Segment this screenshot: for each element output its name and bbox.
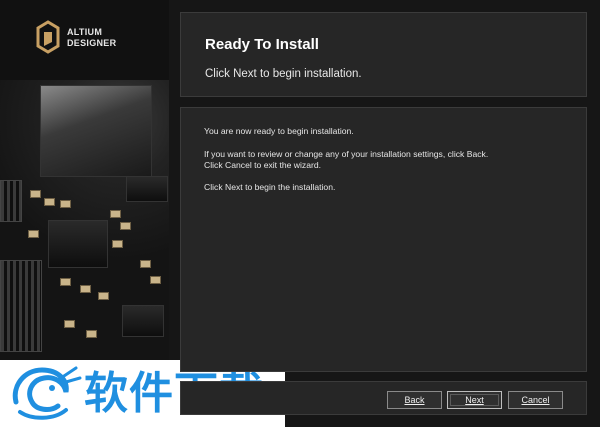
altium-logo-icon — [36, 20, 60, 54]
next-button-label: Next — [465, 395, 484, 405]
review-text-line1: If you want to review or change any of y… — [204, 149, 489, 159]
back-button-label: Back — [404, 395, 425, 405]
altium-logo: ALTIUM DESIGNER — [36, 20, 116, 56]
begin-text: Click Next to begin the installation. — [204, 182, 336, 192]
button-bar: Back Next Cancel — [180, 381, 587, 415]
review-text: If you want to review or change any of y… — [204, 149, 488, 170]
cancel-button[interactable]: Cancel — [508, 391, 563, 409]
page-title: Ready To Install — [205, 36, 319, 53]
next-button[interactable]: Next — [447, 391, 502, 409]
ready-text: You are now ready to begin installation. — [204, 126, 354, 136]
circuit-board-image — [0, 80, 169, 380]
brand-line2: DESIGNER — [67, 38, 117, 48]
content-panel: You are now ready to begin installation.… — [180, 107, 587, 372]
back-button[interactable]: Back — [387, 391, 442, 409]
brand-line1: ALTIUM — [67, 27, 103, 37]
page-subtitle: Click Next to begin installation. — [205, 68, 362, 80]
review-text-line2: Click Cancel to exit the wizard. — [204, 159, 322, 170]
cancel-button-label: Cancel — [521, 395, 550, 405]
header-panel: Ready To Install Click Next to begin ins… — [180, 12, 587, 97]
dragon-icon — [12, 366, 82, 420]
